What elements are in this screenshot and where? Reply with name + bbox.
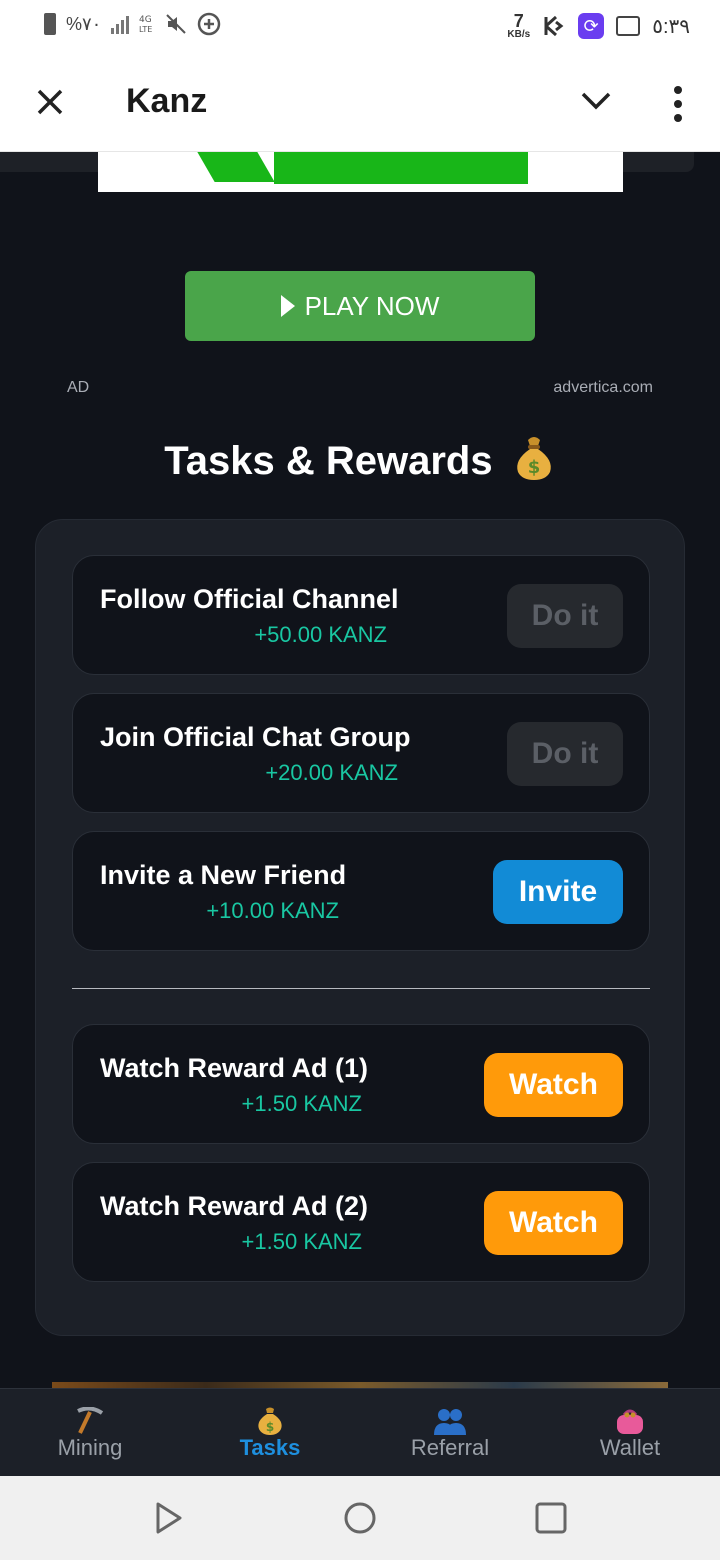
task-name: Follow Official Channel bbox=[100, 584, 399, 614]
status-left: %٧٠ 4G LTE bbox=[44, 12, 221, 36]
tab-label: Wallet bbox=[599, 1435, 661, 1460]
message-icon bbox=[616, 16, 641, 36]
system-nav-bar bbox=[0, 1476, 720, 1560]
tasks-panel: Follow Official Channel +50.00 KANZ Do i… bbox=[35, 519, 685, 1336]
tab-label: Mining bbox=[57, 1435, 123, 1460]
task-card: Join Official Chat Group +20.00 KANZ Do … bbox=[72, 693, 650, 813]
tab-wallet[interactable]: Wallet bbox=[540, 1389, 720, 1477]
app-title: Kanz bbox=[126, 82, 208, 120]
battery-text: %٧٠ bbox=[66, 13, 102, 34]
tab-label: Referral bbox=[410, 1435, 490, 1460]
tab-mining[interactable]: Mining bbox=[0, 1389, 180, 1477]
task-reward: +1.50 KANZ bbox=[241, 1091, 362, 1116]
task-reward: +1.50 KANZ bbox=[241, 1229, 362, 1254]
web-content: PLAY NOW AD advertica.com Tasks & Reward… bbox=[0, 152, 720, 1388]
chevron-down-icon[interactable] bbox=[576, 80, 616, 120]
network-speed: 7 KB/s bbox=[507, 11, 531, 40]
more-options-icon[interactable] bbox=[660, 80, 696, 128]
home-icon[interactable] bbox=[342, 1500, 378, 1536]
pickaxe-icon bbox=[77, 1407, 104, 1434]
clock: ٥:٣٩ bbox=[652, 15, 690, 38]
sync-app-icon: ⟳ bbox=[578, 13, 605, 39]
back-icon[interactable] bbox=[150, 1500, 186, 1536]
task-name: Invite a New Friend bbox=[100, 860, 347, 890]
money-bag-icon: $ bbox=[258, 1407, 282, 1435]
do-it-button[interactable]: Do it bbox=[507, 722, 623, 786]
ad-banner-image[interactable] bbox=[98, 152, 623, 192]
task-reward: +50.00 KANZ bbox=[254, 622, 387, 647]
invite-button[interactable]: Invite bbox=[493, 860, 623, 924]
close-icon[interactable] bbox=[30, 82, 70, 122]
task-reward: +10.00 KANZ bbox=[206, 898, 339, 923]
task-name: Watch Reward Ad (2) bbox=[100, 1191, 369, 1221]
svg-text:$: $ bbox=[527, 457, 540, 478]
money-bag-icon: $ bbox=[516, 437, 551, 480]
tab-label: Tasks bbox=[239, 1435, 301, 1460]
watch-button[interactable]: Watch bbox=[484, 1191, 623, 1255]
lte-icon: 4GLTE bbox=[139, 15, 152, 34]
svg-text:LTE: LTE bbox=[139, 25, 152, 34]
task-card: Invite a New Friend +10.00 KANZ Invite bbox=[72, 831, 650, 951]
people-icon bbox=[434, 1409, 466, 1435]
svg-text:4G: 4G bbox=[139, 15, 152, 25]
task-card: Watch Reward Ad (2) +1.50 KANZ Watch bbox=[72, 1162, 650, 1282]
page-title: Tasks & Rewards $ bbox=[0, 434, 720, 484]
task-name: Watch Reward Ad (1) bbox=[100, 1053, 369, 1083]
signal-icon bbox=[111, 14, 130, 34]
task-card: Watch Reward Ad (1) +1.50 KANZ Watch bbox=[72, 1024, 650, 1144]
page-title-text: Tasks & Rewards bbox=[164, 439, 493, 483]
status-right: 7 KB/s ⟳ ٥:٣٩ bbox=[507, 12, 690, 40]
play-now-label: PLAY NOW bbox=[304, 290, 440, 321]
app-bar: Kanz bbox=[0, 56, 720, 152]
watch-button[interactable]: Watch bbox=[484, 1053, 623, 1117]
play-now-button[interactable]: PLAY NOW bbox=[185, 271, 535, 341]
purse-icon bbox=[617, 1409, 643, 1434]
ad-label: AD bbox=[67, 379, 90, 396]
play-icon bbox=[280, 295, 295, 317]
app-k-icon bbox=[544, 15, 564, 37]
task-card: Follow Official Channel +50.00 KANZ Do i… bbox=[72, 555, 650, 675]
battery-icon bbox=[44, 13, 56, 35]
bottom-nav: Mining $ Tasks Referral Wallet bbox=[0, 1388, 720, 1476]
recents-icon[interactable] bbox=[533, 1500, 569, 1536]
ad-domain-link[interactable]: advertica.com bbox=[553, 379, 653, 397]
data-saver-icon bbox=[198, 12, 221, 36]
tab-referral[interactable]: Referral bbox=[360, 1389, 540, 1477]
svg-text:$: $ bbox=[266, 1420, 274, 1434]
do-it-button[interactable]: Do it bbox=[507, 584, 623, 648]
tab-tasks[interactable]: $ Tasks bbox=[180, 1389, 360, 1477]
task-name: Join Official Chat Group bbox=[100, 722, 411, 752]
divider bbox=[72, 988, 650, 989]
task-reward: +20.00 KANZ bbox=[265, 760, 398, 785]
mute-icon bbox=[166, 14, 187, 34]
status-bar: %٧٠ 4G LTE 7 KB/s ⟳ ٥:٣٩ bbox=[0, 0, 720, 56]
